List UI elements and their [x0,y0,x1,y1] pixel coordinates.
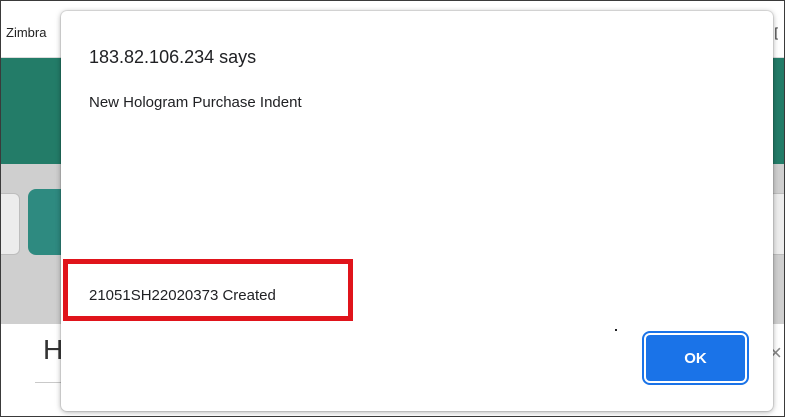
toolbar-button-left[interactable] [1,193,20,255]
dialog-origin-title: 183.82.106.234 says [89,47,257,67]
dialog-message: New Hologram Purchase Indent [89,94,302,111]
highlight-annotation-box [63,259,353,321]
alert-dialog: 183.82.106.234 says New Hologram Purchas… [61,11,773,411]
dialog-dot [615,329,617,331]
bookmark-overflow[interactable]: [ [774,25,778,40]
bookmark-zimbra[interactable]: Zimbra [6,25,46,40]
ok-button[interactable]: OK [646,335,745,381]
